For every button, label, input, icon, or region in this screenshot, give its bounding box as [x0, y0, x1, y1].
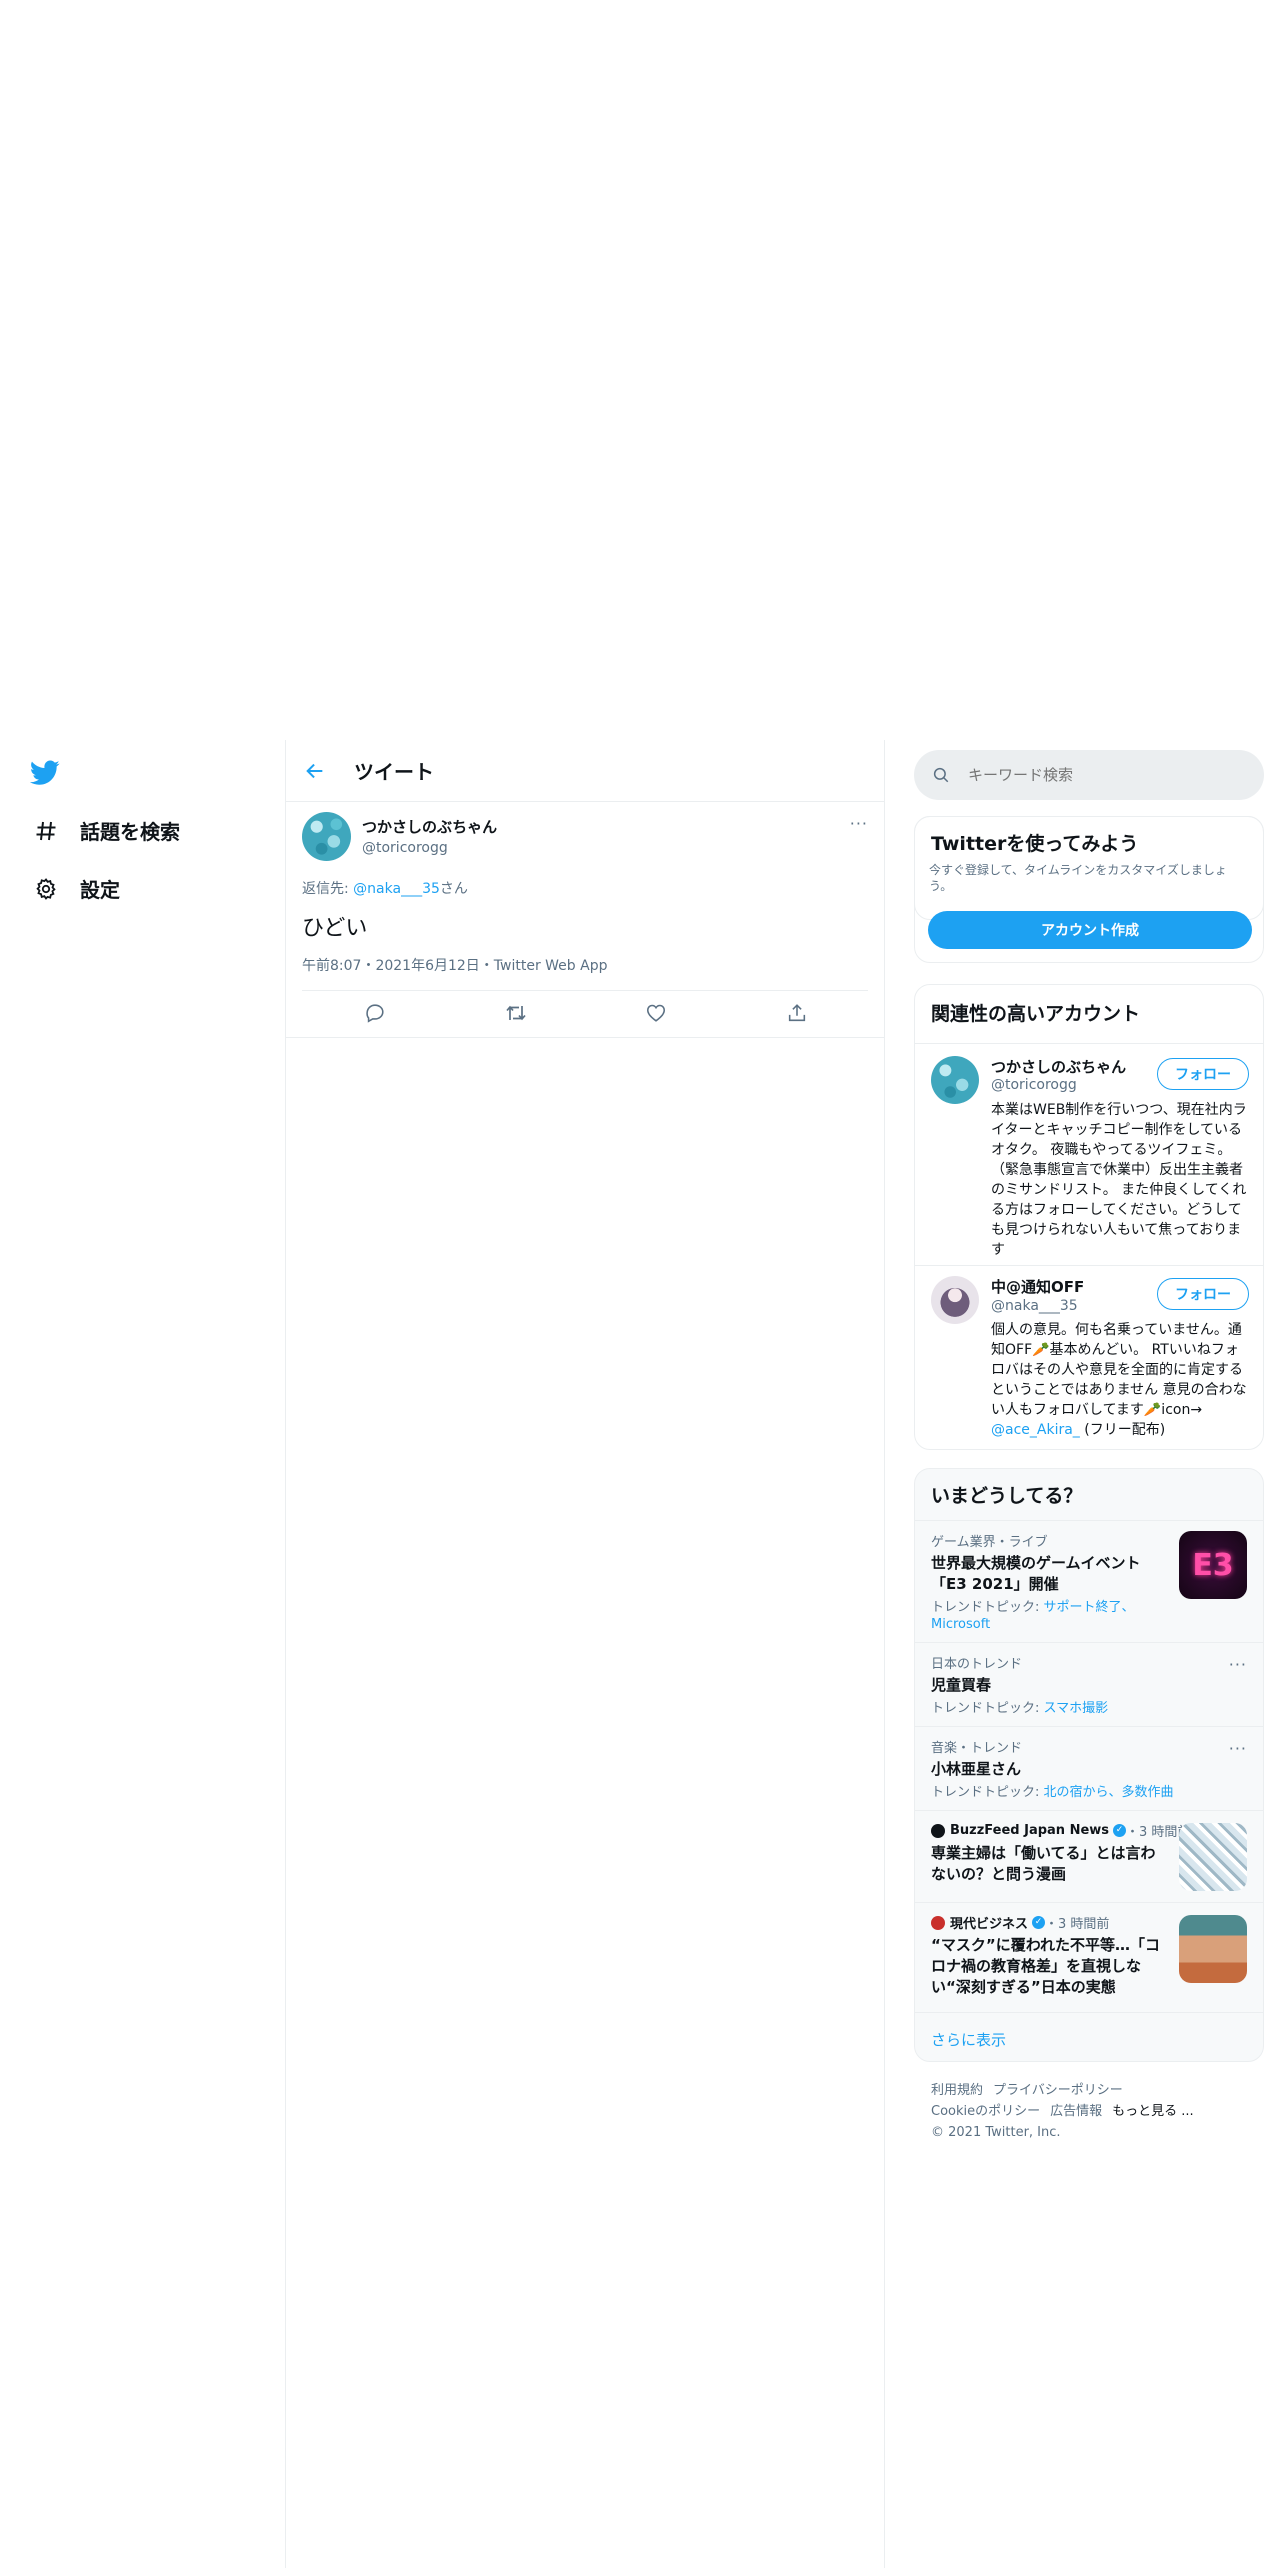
news-headline: 専業主婦は「働いてる」とは言わないの？と問う漫画 — [931, 1844, 1156, 1883]
trend-topic-prefix: トレンドトピック: — [931, 1785, 1044, 1800]
account-name: つかさしのぶちゃん — [991, 1058, 1127, 1076]
search-icon — [932, 766, 950, 784]
nav-item-label: 話題を検索 — [80, 820, 180, 844]
news-time: ・3 時間前 — [1045, 1917, 1110, 1932]
footer-link-ads[interactable]: 広告情報 — [1050, 2104, 1102, 2119]
trend-topic-prefix: トレンドトピック: — [931, 1701, 1044, 1716]
reply-icon[interactable] — [364, 1002, 386, 1024]
twitter-logo-icon[interactable] — [30, 760, 60, 786]
account-name: 中@通知OFF — [991, 1278, 1085, 1296]
signup-card: Twitterを使ってみよう 今すぐ登録して、タイムラインをカスタマイズしましょ… — [914, 816, 1264, 920]
show-more-link[interactable]: さらに表示 — [915, 2012, 1263, 2066]
trend-topics: トレンドトピック: 北の宿から、多数作曲 — [931, 1784, 1247, 1801]
news-item[interactable]: BuzzFeed Japan News ✓ ・3 時間前 専業主婦は「働いてる」… — [915, 1810, 1263, 1902]
retweet-icon[interactable] — [504, 1002, 528, 1024]
news-item[interactable]: 現代ビジネス ✓ ・3 時間前 “マスク”に覆われた不平等…「コロナ禍の教育格差… — [915, 1902, 1263, 2012]
tweet-author-name[interactable]: つかさしのぶちゃん — [362, 816, 497, 837]
more-options-icon[interactable]: ··· — [1229, 1739, 1247, 1758]
page-title: ツイート — [354, 760, 434, 784]
trend-thumbnail: E3 — [1179, 1531, 1247, 1599]
trend-topic-link[interactable]: 北の宿から、多数作曲 — [1044, 1785, 1174, 1800]
search-box[interactable] — [914, 750, 1264, 800]
verified-badge-icon: ✓ — [1113, 1824, 1127, 1837]
tweet-actions — [286, 1000, 884, 1028]
source-logo-icon — [931, 1823, 945, 1838]
bio-text-end: (フリー配布) — [1079, 1422, 1166, 1438]
signup-title: Twitterを使ってみよう — [931, 833, 1139, 855]
reply-prefix: 返信先: — [302, 881, 354, 897]
more-options-icon[interactable]: ··· — [850, 814, 868, 833]
account-bio: 個人の意見。何も名乗っていません。通知OFF🥕基本めんどい。 RTいいねフォロバ… — [991, 1320, 1249, 1440]
trends-card: いまどうしてる？ ゲーム業界・ライブ 世界最大規模のゲームイベント「E3 202… — [914, 1468, 1264, 2062]
avatar[interactable] — [931, 1056, 979, 1104]
trend-item[interactable]: ゲーム業界・ライブ 世界最大規模のゲームイベント「E3 2021」開催 トレンド… — [915, 1520, 1263, 1642]
trend-name: 児童買春 — [931, 1676, 992, 1694]
avatar[interactable] — [302, 812, 351, 861]
footer: 利用規約 プライバシーポリシー Cookieのポリシー 広告情報 もっと見る ... … — [931, 2080, 1261, 2143]
trend-name: 小林亜星さん — [931, 1760, 1022, 1778]
nav-item-explore[interactable]: 話題を検索 — [34, 816, 180, 845]
footer-link-privacy[interactable]: プライバシーポリシー — [993, 2083, 1123, 2098]
avatar[interactable] — [931, 1276, 979, 1324]
search-input[interactable] — [968, 766, 1228, 784]
nav-item-label: 設定 — [80, 878, 120, 902]
news-source: 現代ビジネス — [950, 1917, 1029, 1932]
account-handle: @toricorogg — [991, 1077, 1077, 1093]
trend-topics: トレンドトピック: スマホ撮影 — [931, 1700, 1247, 1717]
share-icon[interactable] — [786, 1002, 808, 1024]
copyright: © 2021 Twitter, Inc. — [931, 2125, 1061, 2140]
news-headline: “マスク”に覆われた不平等…「コロナ禍の教育格差」を直視しない“深刻すぎる”日本… — [931, 1936, 1160, 1996]
main-column: ツイート つかさしのぶちゃん @toricorogg ··· 返信先: @nak… — [285, 740, 885, 2568]
reply-context: 返信先: @naka___35さん — [302, 878, 468, 898]
related-accounts-card: 関連性の高いアカウント つかさしのぶちゃん @toricorogg フォロー 本… — [914, 984, 1264, 1450]
trend-item[interactable]: 日本のトレンド 児童買春 トレンドトピック: スマホ撮影 ··· — [915, 1642, 1263, 1726]
bio-text: 個人の意見。何も名乗っていません。通知OFF🥕基本めんどい。 RTいいねフォロバ… — [991, 1322, 1247, 1418]
trend-meta: 日本のトレンド — [931, 1657, 1023, 1672]
follow-button[interactable]: フォロー — [1157, 1278, 1249, 1310]
signup-desc: 今すぐ登録して、タイムラインをカスタマイズしましょう。 — [929, 863, 1227, 893]
tweet-text: ひどい — [302, 916, 368, 941]
account-handle: @naka___35 — [991, 1298, 1078, 1314]
news-thumbnail — [1179, 1823, 1247, 1891]
related-account[interactable]: 中@通知OFF @naka___35 フォロー 個人の意見。何も名乗っていません… — [915, 1265, 1263, 1451]
verified-badge-icon: ✓ — [1032, 1916, 1046, 1929]
nav-item-settings[interactable]: 設定 — [34, 874, 120, 903]
create-account-button[interactable]: アカウント作成 — [928, 911, 1252, 949]
related-account[interactable]: つかさしのぶちゃん @toricorogg フォロー 本業はWEB制作を行いつつ… — [915, 1043, 1263, 1258]
back-arrow-icon[interactable] — [304, 760, 326, 782]
news-thumbnail — [1179, 1915, 1247, 1983]
gear-icon — [34, 877, 58, 901]
footer-link-more[interactable]: もっと見る ... — [1112, 2104, 1194, 2119]
trend-name: 世界最大規模のゲームイベント「E3 2021」開催 — [931, 1554, 1141, 1593]
bio-mention-link[interactable]: @ace_Akira_ — [991, 1422, 1080, 1438]
trend-item[interactable]: 音楽・トレンド 小林亜星さん トレンドトピック: 北の宿から、多数作曲 ··· — [915, 1726, 1263, 1810]
reply-suffix: さん — [439, 881, 468, 897]
tweet-timestamp[interactable]: 午前8:07・2021年6月12日・Twitter Web App — [302, 955, 607, 975]
reply-to-link[interactable]: @naka___35 — [353, 881, 440, 897]
related-title: 関連性の高いアカウント — [931, 1003, 1141, 1025]
e3-logo-text: E3 — [1192, 1547, 1234, 1583]
trend-topic-prefix: トレンドトピック: — [931, 1600, 1044, 1615]
hash-icon — [34, 819, 58, 843]
center-header: ツイート — [286, 740, 884, 802]
trend-meta: 音楽・トレンド — [931, 1741, 1023, 1756]
trends-title: いまどうしてる？ — [931, 1485, 1083, 1507]
account-bio: 本業はWEB制作を行いつつ、現在社内ライターとキャッチコピー制作をしているオタク… — [991, 1102, 1247, 1258]
follow-button[interactable]: フォロー — [1157, 1058, 1249, 1090]
footer-link-terms[interactable]: 利用規約 — [931, 2083, 983, 2098]
more-options-icon[interactable]: ··· — [1229, 1655, 1247, 1674]
trend-topics: トレンドトピック: サポート終了、Microsoft — [931, 1599, 1146, 1633]
news-source: BuzzFeed Japan News — [950, 1823, 1110, 1838]
source-logo-icon — [931, 1915, 945, 1930]
footer-link-cookies[interactable]: Cookieのポリシー — [931, 2104, 1040, 2119]
like-icon[interactable] — [645, 1002, 667, 1024]
trend-topic-link[interactable]: スマホ撮影 — [1044, 1701, 1109, 1716]
tweet: つかさしのぶちゃん @toricorogg ··· 返信先: @naka___3… — [286, 802, 884, 1038]
tweet-author-handle[interactable]: @toricorogg — [362, 840, 497, 856]
